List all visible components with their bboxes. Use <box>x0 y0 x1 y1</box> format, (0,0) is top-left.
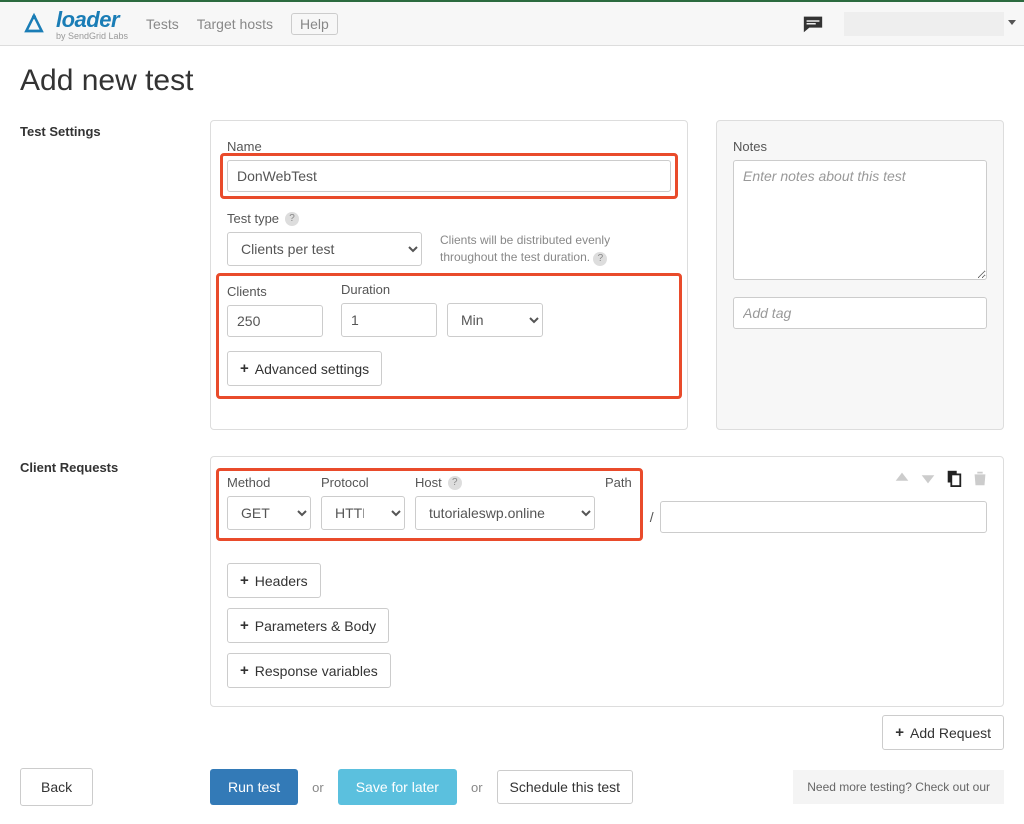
name-highlight <box>220 153 678 199</box>
plus-icon: + <box>240 617 249 634</box>
brand-name: loader <box>56 7 128 33</box>
path-slash: / <box>644 509 660 525</box>
protocol-select[interactable]: HTTP <box>321 496 405 530</box>
test-type-select[interactable]: Clients per test <box>227 232 422 266</box>
nav-links: Tests Target hosts Help <box>146 13 338 35</box>
section-label-client-requests: Client Requests <box>20 456 185 768</box>
parameters-body-label: Parameters & Body <box>255 618 376 634</box>
path-label: Path <box>605 475 632 490</box>
promo-box: Need more testing? Check out our <box>793 770 1004 804</box>
footer-actions: Run test or Save for later or Schedule t… <box>210 768 1004 806</box>
add-tag-input[interactable] <box>733 297 987 329</box>
notes-label: Notes <box>733 139 987 154</box>
test-type-label: Test type <box>227 211 279 226</box>
help-icon[interactable]: ? <box>593 252 607 266</box>
or-text: or <box>312 780 324 795</box>
top-nav: loader by SendGrid Labs Tests Target hos… <box>0 0 1024 46</box>
plus-icon: + <box>240 360 249 377</box>
help-icon[interactable]: ? <box>285 212 299 226</box>
user-menu[interactable] <box>844 12 1004 36</box>
headers-label: Headers <box>255 573 308 589</box>
notes-panel: Notes <box>716 120 1004 430</box>
nav-tests[interactable]: Tests <box>146 16 179 32</box>
nav-help[interactable]: Help <box>291 13 338 35</box>
section-label-test-settings: Test Settings <box>20 120 185 456</box>
clients-label: Clients <box>227 284 323 299</box>
host-label: Host <box>415 475 442 490</box>
duration-input[interactable] <box>341 303 437 337</box>
parameters-body-button[interactable]: + Parameters & Body <box>227 608 389 643</box>
messages-icon[interactable] <box>802 13 824 35</box>
host-select[interactable]: tutorialeswp.online <box>415 496 595 530</box>
request-fields-highlight: Method GET Protocol HTTP Host ? <box>216 468 643 541</box>
move-up-icon[interactable] <box>893 469 911 487</box>
plus-icon: + <box>240 662 249 679</box>
request-actions <box>893 469 989 487</box>
method-select[interactable]: GET <box>227 496 311 530</box>
loader-logo-icon <box>20 10 48 38</box>
method-label: Method <box>227 475 311 490</box>
headers-button[interactable]: + Headers <box>227 563 321 598</box>
add-request-label: Add Request <box>910 725 991 741</box>
client-request-panel: Method GET Protocol HTTP Host ? <box>210 456 1004 707</box>
save-for-later-button[interactable]: Save for later <box>338 769 457 805</box>
trash-icon[interactable] <box>971 469 989 487</box>
or-text: or <box>471 780 483 795</box>
test-type-hint: Clients will be distributed evenly throu… <box>440 232 660 266</box>
plus-icon: + <box>240 572 249 589</box>
duration-label: Duration <box>341 282 543 297</box>
name-input[interactable] <box>227 160 671 192</box>
test-settings-panel: Name Test type ? Clients per test <box>210 120 688 430</box>
run-test-button[interactable]: Run test <box>210 769 298 805</box>
page-title: Add new test <box>20 64 1004 98</box>
response-variables-button[interactable]: + Response variables <box>227 653 391 688</box>
back-button[interactable]: Back <box>20 768 93 806</box>
clients-duration-highlight: Clients Duration Min <box>216 273 682 399</box>
chevron-down-icon <box>1008 20 1016 25</box>
copy-icon[interactable] <box>945 469 963 487</box>
name-label: Name <box>227 139 671 154</box>
path-input[interactable] <box>660 501 987 533</box>
advanced-settings-button[interactable]: + Advanced settings <box>227 351 382 386</box>
protocol-label: Protocol <box>321 475 405 490</box>
add-request-button[interactable]: + Add Request <box>882 715 1004 750</box>
response-variables-label: Response variables <box>255 663 378 679</box>
help-icon[interactable]: ? <box>448 476 462 490</box>
notes-textarea[interactable] <box>733 160 987 280</box>
schedule-test-button[interactable]: Schedule this test <box>497 770 634 804</box>
clients-input[interactable] <box>227 305 323 337</box>
plus-icon: + <box>895 724 904 741</box>
move-down-icon[interactable] <box>919 469 937 487</box>
brand[interactable]: loader by SendGrid Labs <box>20 7 128 41</box>
nav-target-hosts[interactable]: Target hosts <box>197 16 273 32</box>
advanced-settings-label: Advanced settings <box>255 361 369 377</box>
duration-unit-select[interactable]: Min <box>447 303 543 337</box>
brand-tagline: by SendGrid Labs <box>56 31 128 41</box>
